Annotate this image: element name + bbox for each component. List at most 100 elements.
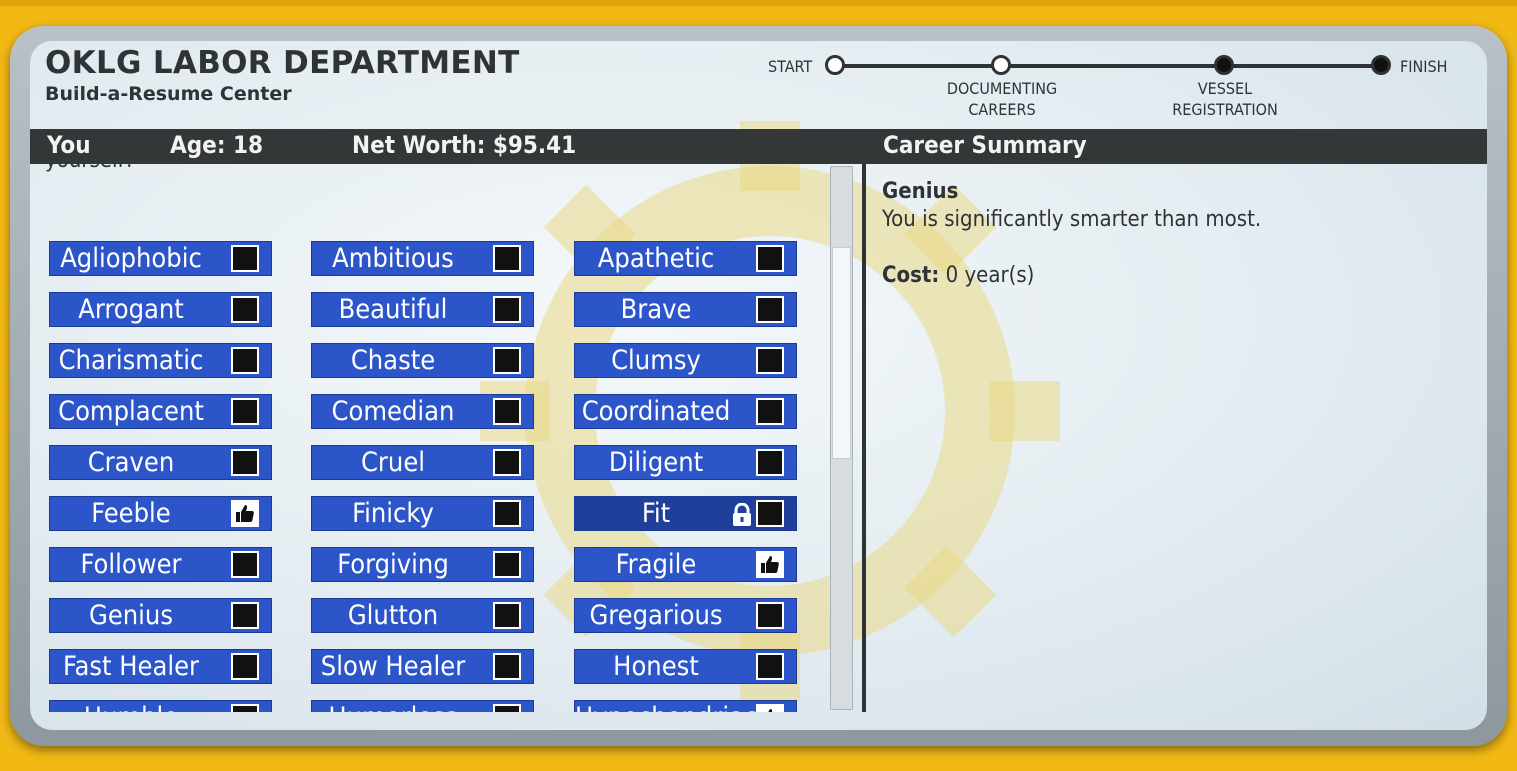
- trait-checkbox[interactable]: [231, 500, 259, 527]
- trait-button[interactable]: Charismatic: [49, 343, 272, 378]
- trait-button[interactable]: Humorless: [311, 700, 534, 712]
- trait-button[interactable]: Arrogant: [49, 292, 272, 327]
- trait-label: Diligent: [608, 447, 704, 478]
- trait-label: Chaste: [350, 345, 436, 376]
- status-bar: You Age: 18 Net Worth: $95.41 Career Sum…: [30, 129, 1487, 164]
- trait-label: Finicky: [352, 498, 434, 529]
- progress-finish-label: FINISH: [1400, 57, 1448, 76]
- trait-checkbox[interactable]: [231, 653, 259, 680]
- trait-button[interactable]: Forgiving: [311, 547, 534, 582]
- progress-step-label: VESSEL REGISTRATION: [1155, 78, 1295, 120]
- trait-checkbox[interactable]: [231, 704, 259, 712]
- trait-button[interactable]: Comedian: [311, 394, 534, 429]
- trait-button[interactable]: Genius: [49, 598, 272, 633]
- trait-button[interactable]: Cruel: [311, 445, 534, 480]
- trait-button[interactable]: Finicky: [311, 496, 534, 531]
- page-title: OKLG LABOR DEPARTMENT: [45, 45, 520, 81]
- trait-checkbox[interactable]: [756, 245, 784, 272]
- trait-label: Beautiful: [338, 294, 448, 325]
- trait-button[interactable]: Gregarious: [574, 598, 797, 633]
- step-label-line: DOCUMENTING: [946, 79, 1058, 98]
- trait-label: Fragile: [615, 549, 697, 580]
- summary-cost: Cost: 0 year(s): [882, 263, 1034, 288]
- trait-checkbox[interactable]: [231, 398, 259, 425]
- trait-button[interactable]: Ambitious: [311, 241, 534, 276]
- trait-button[interactable]: Coordinated: [574, 394, 797, 429]
- trait-checkbox[interactable]: [756, 653, 784, 680]
- trait-checkbox[interactable]: [493, 551, 521, 578]
- cost-label: Cost:: [882, 263, 940, 288]
- step-label-line: VESSEL: [1197, 79, 1253, 98]
- scrollbar-thumb[interactable]: [832, 247, 851, 459]
- trait-label: Slow Healer: [320, 651, 466, 682]
- padlock-icon: [731, 502, 753, 534]
- trait-checkbox[interactable]: [756, 551, 784, 578]
- step-label-line: REGISTRATION: [1172, 100, 1278, 119]
- trait-checkbox[interactable]: [231, 449, 259, 476]
- trait-button[interactable]: Diligent: [574, 445, 797, 480]
- trait-checkbox[interactable]: [231, 602, 259, 629]
- trait-label: Comedian: [331, 396, 455, 427]
- trait-button[interactable]: Clumsy: [574, 343, 797, 378]
- trait-checkbox[interactable]: [756, 296, 784, 323]
- trait-checkbox[interactable]: [493, 398, 521, 425]
- trait-button[interactable]: Honest: [574, 649, 797, 684]
- trait-checkbox[interactable]: [493, 347, 521, 374]
- resume-panel: OKLG LABOR DEPARTMENT Build-a-Resume Cen…: [30, 41, 1487, 730]
- trait-checkbox[interactable]: [493, 245, 521, 272]
- trait-button[interactable]: Fit: [574, 496, 797, 531]
- trait-label: Clumsy: [611, 345, 701, 376]
- trait-checkbox[interactable]: [756, 398, 784, 425]
- trait-checkbox[interactable]: [493, 704, 521, 712]
- step-label-line: CAREERS: [968, 100, 1036, 119]
- progress-node-vessel-registration: [1214, 55, 1234, 75]
- trait-checkbox[interactable]: [756, 602, 784, 629]
- trait-button[interactable]: Slow Healer: [311, 649, 534, 684]
- trait-checkbox[interactable]: [231, 296, 259, 323]
- trait-label: Craven: [87, 447, 175, 478]
- trait-label: Follower: [80, 549, 182, 580]
- trait-checkbox[interactable]: [231, 245, 259, 272]
- trait-button[interactable]: Beautiful: [311, 292, 534, 327]
- trait-label: Brave: [620, 294, 692, 325]
- trait-button[interactable]: Hypochondriac: [574, 700, 797, 712]
- trait-button[interactable]: Apathetic: [574, 241, 797, 276]
- game-screen: OKLG LABOR DEPARTMENT Build-a-Resume Cen…: [0, 0, 1517, 771]
- trait-label: Cruel: [360, 447, 426, 478]
- trait-button[interactable]: Agliophobic: [49, 241, 272, 276]
- trait-label: Genius: [89, 600, 173, 631]
- trait-button[interactable]: Humble: [49, 700, 272, 712]
- trait-button[interactable]: Fragile: [574, 547, 797, 582]
- trait-checkbox[interactable]: [231, 551, 259, 578]
- trait-checkbox[interactable]: [493, 653, 521, 680]
- trait-list: yourself? Agliophobic Ambitious Apathetic A…: [30, 164, 827, 712]
- trait-checkbox[interactable]: [493, 296, 521, 323]
- trait-button[interactable]: Fast Healer: [49, 649, 272, 684]
- trait-label: Ambitious: [332, 243, 454, 274]
- trait-label: Charismatic: [58, 345, 204, 376]
- trait-checkbox[interactable]: [493, 602, 521, 629]
- trait-checkbox[interactable]: [756, 704, 784, 712]
- career-summary-header: Career Summary: [883, 131, 1087, 159]
- progress-line: [842, 64, 1382, 68]
- trait-checkbox[interactable]: [493, 500, 521, 527]
- trait-label: Hypochondriac: [575, 701, 757, 712]
- trait-button[interactable]: Complacent: [49, 394, 272, 429]
- trait-checkbox[interactable]: [756, 449, 784, 476]
- trait-button[interactable]: Glutton: [311, 598, 534, 633]
- trait-checkbox[interactable]: [493, 449, 521, 476]
- trait-label: Complacent: [58, 396, 204, 427]
- trait-list-scrollbar[interactable]: [830, 166, 853, 710]
- trait-label: Arrogant: [78, 294, 184, 325]
- trait-button[interactable]: Brave: [574, 292, 797, 327]
- trait-button[interactable]: Chaste: [311, 343, 534, 378]
- trait-button[interactable]: Craven: [49, 445, 272, 480]
- page-subtitle: Build-a-Resume Center: [45, 83, 292, 105]
- cost-value: 0 year(s): [939, 263, 1035, 288]
- trait-checkbox[interactable]: [756, 500, 784, 527]
- trait-button[interactable]: Feeble: [49, 496, 272, 531]
- trait-checkbox[interactable]: [756, 347, 784, 374]
- trait-checkbox[interactable]: [231, 347, 259, 374]
- net-worth-value: Net Worth: $95.41: [352, 131, 577, 159]
- trait-button[interactable]: Follower: [49, 547, 272, 582]
